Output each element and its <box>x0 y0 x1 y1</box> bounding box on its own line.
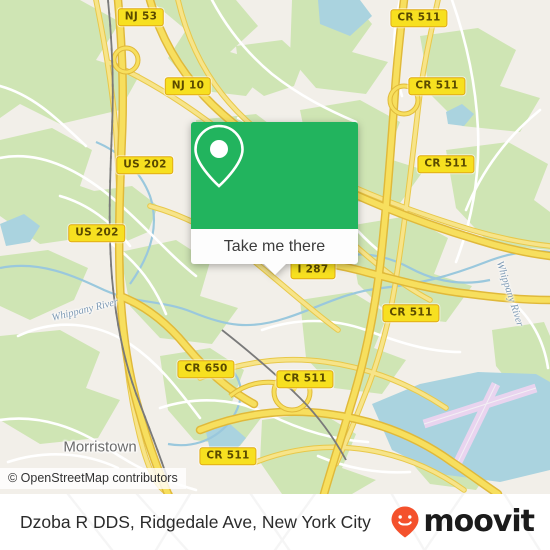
place-title: Dzoba R DDS, Ridgedale Ave, New York Cit… <box>20 494 371 550</box>
highway-shield: CR 511 <box>199 447 257 465</box>
highway-shield: CR 511 <box>390 9 448 27</box>
highway-shield: NJ 53 <box>117 8 165 26</box>
highway-shield: CR 511 <box>382 304 440 322</box>
place-title-text: Dzoba R DDS, Ridgedale Ave, New York Cit… <box>20 511 371 532</box>
location-popup-card[interactable]: Take me there <box>191 122 358 275</box>
highway-shield: CR 511 <box>417 155 475 173</box>
take-me-there-button[interactable]: Take me there <box>191 229 358 264</box>
moovit-wordmark: moovit <box>423 504 535 539</box>
highway-shield: CR 650 <box>177 360 235 378</box>
highway-shield: US 202 <box>116 156 174 174</box>
screenshot-root: NJ 53 CR 511 NJ 10 CR 511 US 202 CR 511 US 202… <box>0 0 550 550</box>
highway-shield: CR 511 <box>276 370 334 388</box>
attribution-text: © OpenStreetMap contributors <box>8 471 178 485</box>
highway-shield: CR 511 <box>408 77 466 95</box>
popup-image-area <box>191 122 358 229</box>
map-attribution[interactable]: © OpenStreetMap contributors <box>0 468 186 490</box>
map-pin-icon <box>194 124 244 188</box>
moovit-logo[interactable]: moovit <box>390 494 535 550</box>
highway-shield: US 202 <box>68 224 126 242</box>
footer-bar: Dzoba R DDS, Ridgedale Ave, New York Cit… <box>0 494 550 550</box>
moovit-pin-icon <box>391 506 419 538</box>
map-canvas[interactable]: NJ 53 CR 511 NJ 10 CR 511 US 202 CR 511 US 202… <box>0 0 550 494</box>
popup-pointer-tail <box>263 264 286 275</box>
highway-shield: NJ 10 <box>164 77 212 95</box>
take-me-there-label: Take me there <box>223 237 326 255</box>
place-label: Morristown <box>63 438 137 456</box>
